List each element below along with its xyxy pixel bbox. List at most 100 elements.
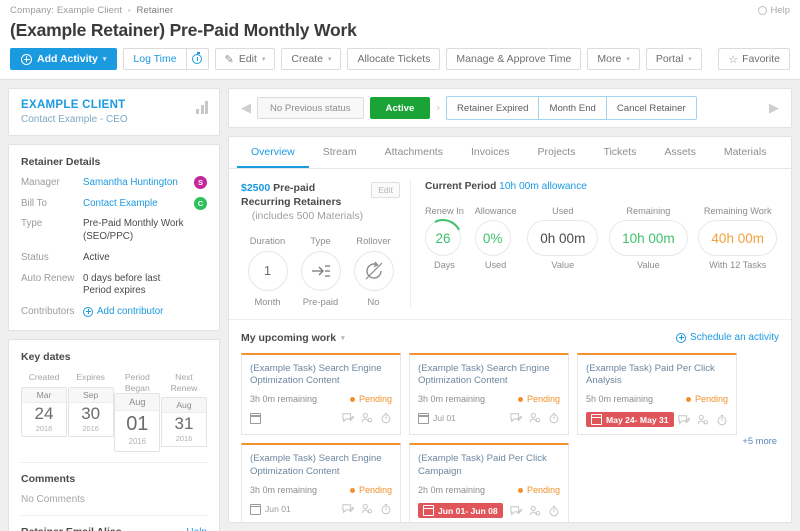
assign-people-icon[interactable]	[697, 414, 709, 426]
comment-edit-icon[interactable]	[510, 412, 522, 424]
detail-value[interactable]: Samantha Huntington	[83, 177, 207, 190]
task-meta: 3h 0m remaining Pending	[418, 394, 560, 404]
upcoming-work-title-group[interactable]: My upcoming work ▾	[241, 332, 345, 344]
task-meta: 5h 0m remaining Pending	[586, 394, 728, 404]
task-date-chip[interactable]	[249, 412, 265, 424]
task-card[interactable]: (Example Task) Paid Per Click Campaign 2…	[409, 443, 569, 522]
task-card[interactable]: (Example Task) Search Engine Optimizatio…	[241, 443, 401, 522]
comments-title: Comments	[21, 473, 76, 486]
tab-assets[interactable]: Assets	[650, 137, 710, 168]
task-title[interactable]: (Example Task) Paid Per Click Campaign	[418, 453, 560, 479]
manage-approve-time-button[interactable]: Manage & Approve Time	[446, 48, 582, 70]
client-contact[interactable]: Contact Example - CEO	[21, 114, 207, 125]
task-actions	[342, 412, 392, 424]
favorite-label: Favorite	[742, 53, 780, 65]
task-title[interactable]: (Example Task) Paid Per Click Analysis	[586, 363, 728, 389]
task-card[interactable]: (Example Task) Search Engine Optimizatio…	[409, 352, 569, 436]
tab-stream[interactable]: Stream	[309, 137, 371, 168]
date-year: 2016	[128, 437, 146, 447]
detail-value[interactable]: Contact Example	[83, 198, 207, 211]
status-option-month-end[interactable]: Month End	[539, 97, 607, 119]
metric-head: Renew In	[425, 206, 464, 216]
schedule-activity-button[interactable]: Schedule an activity	[676, 332, 779, 343]
more-tasks-link[interactable]: +5 more	[742, 435, 777, 446]
comment-edit-icon[interactable]	[342, 503, 354, 515]
assign-people-icon[interactable]	[361, 412, 373, 424]
timer-icon[interactable]	[548, 505, 560, 517]
assign-people-icon[interactable]	[361, 503, 373, 515]
add-activity-button[interactable]: Add Activity ▾	[10, 48, 118, 70]
calendar-icon	[249, 503, 262, 515]
breadcrumb-company[interactable]: Company: Example Client	[10, 5, 122, 16]
date-head: Period Began	[124, 371, 150, 393]
timer-icon[interactable]	[548, 412, 560, 424]
email-alias-help-link[interactable]: Help	[186, 527, 207, 531]
assign-people-icon[interactable]	[529, 505, 541, 517]
allocate-tickets-button[interactable]: Allocate Tickets	[347, 48, 441, 70]
edit-button[interactable]: ✎ Edit ▾	[214, 48, 276, 70]
plan-type-head: Type	[310, 234, 331, 246]
date-day: 31	[174, 414, 194, 434]
tab-overview[interactable]: Overview	[237, 137, 309, 168]
add-contributor-button[interactable]: Add contributor	[83, 306, 163, 317]
tab-projects[interactable]: Projects	[524, 137, 590, 168]
client-card[interactable]: EXAMPLE CLIENT Contact Example - CEO	[8, 88, 220, 136]
assign-people-icon[interactable]	[529, 412, 541, 424]
task-date-chip-overdue[interactable]: May 24- May 31	[586, 412, 674, 428]
date-year: 2016	[82, 423, 99, 433]
tab-materials[interactable]: Materials	[710, 137, 781, 168]
status-prev-arrow[interactable]: ◀	[235, 100, 257, 116]
portal-button[interactable]: Portal ▾	[645, 48, 702, 70]
detail-value: Active	[83, 251, 110, 263]
tab-tickets[interactable]: Tickets	[589, 137, 650, 168]
metric-remaining: Remaining 10h 00m Value	[609, 206, 688, 270]
avatar[interactable]: S	[194, 176, 207, 189]
client-name[interactable]: EXAMPLE CLIENT	[21, 99, 207, 111]
main-content: ◀ No Previous status Active › Retainer E…	[228, 88, 792, 523]
timer-icon[interactable]	[716, 414, 728, 426]
task-title[interactable]: (Example Task) Search Engine Optimizatio…	[250, 363, 392, 389]
date-box: Sep 30 2016	[67, 386, 114, 437]
comments-empty: No Comments	[21, 494, 85, 506]
tab-invoices[interactable]: Invoices	[457, 137, 524, 168]
retainer-details-title: Retainer Details	[21, 156, 101, 168]
task-date-chip-overdue[interactable]: Jun 01- Jun 08	[418, 503, 503, 519]
comment-edit-icon[interactable]	[510, 505, 522, 517]
edit-retainer-button[interactable]: Edit	[371, 182, 400, 198]
date-head: Created	[28, 371, 60, 382]
task-card[interactable]: (Example Task) Search Engine Optimizatio…	[241, 352, 401, 436]
status-active-badge: Active	[369, 97, 431, 119]
create-button[interactable]: Create ▾	[281, 48, 342, 70]
help-link[interactable]: Help	[758, 5, 790, 16]
status-option-retainer-expired[interactable]: Retainer Expired	[447, 97, 540, 119]
metric-foot: Days	[433, 260, 455, 270]
calendar-icon	[422, 505, 435, 517]
avatar[interactable]: C	[194, 196, 207, 210]
status-dot-icon	[349, 396, 355, 402]
start-timer-button[interactable]	[186, 48, 209, 70]
task-status-label: Pending	[694, 394, 728, 405]
tab-attachments[interactable]: Attachments	[371, 137, 457, 168]
status-option-cancel-retainer[interactable]: Cancel Retainer	[606, 97, 696, 119]
task-cards-grid: (Example Task) Search Engine Optimizatio…	[241, 352, 779, 522]
current-period-allowance[interactable]: 10h 00m allowance	[499, 181, 587, 192]
comment-edit-icon[interactable]	[342, 412, 354, 424]
chart-icon[interactable]	[196, 101, 208, 114]
timer-icon[interactable]	[380, 412, 392, 424]
task-title[interactable]: (Example Task) Search Engine Optimizatio…	[418, 363, 560, 389]
log-time-button[interactable]: Log Time	[123, 48, 187, 70]
task-title[interactable]: (Example Task) Search Engine Optimizatio…	[250, 453, 392, 479]
task-card[interactable]: (Example Task) Paid Per Click Analysis 5…	[577, 352, 737, 436]
more-button[interactable]: More ▾	[587, 48, 640, 70]
summary-section: $2500 Pre-paid Recurring Retainers (incl…	[229, 169, 791, 307]
favorite-button[interactable]: ☆ Favorite	[718, 48, 790, 70]
task-date-chip[interactable]: Jun 01	[249, 503, 291, 515]
chevron-down-icon: ▾	[261, 56, 266, 63]
timer-icon	[192, 52, 203, 64]
task-date-chip[interactable]: Jul 01	[417, 412, 456, 424]
comment-edit-icon[interactable]	[678, 414, 690, 426]
detail-label: Auto Renew	[21, 272, 75, 284]
timer-icon[interactable]	[380, 503, 392, 515]
action-toolbar: Add Activity ▾ Log Time ✎ Edit ▾ Create …	[0, 48, 800, 80]
status-next-arrow[interactable]: ▶	[763, 100, 785, 116]
